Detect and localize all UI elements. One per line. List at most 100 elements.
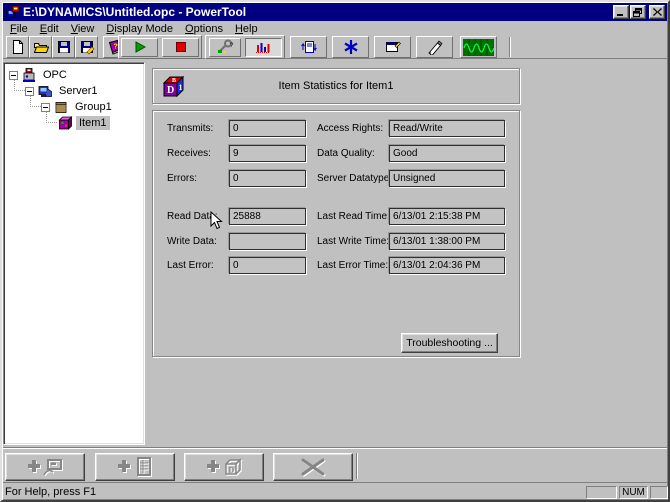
last-error-time-value: 6/13/01 2:04:36 PM bbox=[389, 257, 505, 274]
menu-help[interactable]: Help bbox=[229, 22, 264, 36]
save-as-button[interactable] bbox=[75, 36, 98, 58]
properties-button[interactable] bbox=[374, 36, 411, 58]
menu-options[interactable]: Options bbox=[179, 22, 229, 36]
tree-label[interactable]: OPC bbox=[40, 68, 70, 82]
save-as-icon bbox=[80, 41, 94, 55]
add-server-button[interactable] bbox=[5, 453, 85, 481]
open-file-button[interactable] bbox=[29, 36, 52, 58]
tree-label[interactable]: Server1 bbox=[56, 84, 101, 98]
new-file-button[interactable] bbox=[6, 36, 29, 58]
stats-header: D B 1 Item Statistics for Item1 bbox=[152, 68, 520, 104]
stop-icon bbox=[175, 42, 186, 52]
add-group-button[interactable] bbox=[95, 453, 175, 481]
minimize-icon bbox=[617, 13, 623, 16]
close-button[interactable] bbox=[649, 5, 665, 19]
panel-title: Item Statistics for Item1 bbox=[278, 80, 394, 92]
access-rights-row: Access Rights: Read/Write bbox=[317, 120, 517, 138]
collapse-toggle[interactable] bbox=[25, 86, 34, 96]
receives-label: Receives: bbox=[167, 148, 211, 159]
tree-label[interactable]: Group1 bbox=[72, 100, 115, 114]
status-pane-num: NUM bbox=[619, 486, 648, 499]
svg-text:?: ? bbox=[230, 43, 234, 49]
oscilloscope-icon bbox=[463, 38, 494, 56]
item-statistics-button[interactable] bbox=[244, 37, 282, 57]
menu-view[interactable]: View bbox=[65, 22, 101, 36]
menu-edit[interactable]: Edit bbox=[34, 22, 65, 36]
tree-item-item1[interactable]: Item1 bbox=[4, 115, 144, 131]
view-mode-group: ? bbox=[205, 35, 285, 59]
new-document-icon bbox=[12, 40, 23, 54]
last-write-time-row: Last Write Time: 6/13/01 1:38:00 PM bbox=[317, 233, 517, 251]
monitor-button[interactable] bbox=[460, 36, 497, 58]
status-pane-caps bbox=[586, 486, 617, 499]
last-write-time-value: 6/13/01 1:38:00 PM bbox=[389, 233, 505, 250]
delete-button[interactable] bbox=[273, 453, 353, 481]
write-data-value bbox=[229, 233, 306, 250]
band-separator bbox=[356, 453, 358, 479]
tree-item-group1[interactable]: Group1 bbox=[4, 99, 144, 115]
status-bar: For Help, press F1 NUM bbox=[3, 484, 668, 500]
options-button[interactable] bbox=[332, 36, 369, 58]
refresh-item-icon bbox=[300, 41, 317, 53]
tree-label-selected[interactable]: Item1 bbox=[76, 116, 110, 130]
pen-hand-icon bbox=[427, 40, 442, 55]
tree-item-server1[interactable]: Server1 bbox=[4, 83, 144, 99]
restore-button[interactable] bbox=[630, 5, 646, 19]
troubleshooting-button[interactable]: Troubleshooting ... bbox=[401, 333, 498, 353]
open-folder-icon bbox=[33, 43, 49, 53]
item-icon bbox=[58, 116, 73, 130]
stop-monitoring-button[interactable] bbox=[162, 37, 199, 57]
add-group-icon bbox=[118, 457, 151, 476]
minimize-button[interactable] bbox=[613, 5, 629, 19]
last-error-value: 0 bbox=[229, 257, 306, 274]
bottom-toolbar: D bbox=[3, 447, 667, 483]
receives-value: 9 bbox=[229, 145, 306, 162]
access-rights-label: Access Rights: bbox=[317, 123, 384, 134]
opc-tree-panel[interactable]: OPC Server1 Group1 Item1 bbox=[3, 62, 145, 445]
add-item-icon: D bbox=[207, 458, 242, 475]
monitor-control-group bbox=[118, 35, 202, 59]
last-error-time-row: Last Error Time: 6/13/01 2:04:36 PM bbox=[317, 257, 517, 275]
menu-file[interactable]: File bbox=[4, 22, 34, 36]
write-button[interactable] bbox=[416, 36, 453, 58]
tree-item-opc[interactable]: OPC bbox=[4, 67, 144, 83]
last-read-time-label: Last Read Time: bbox=[317, 211, 390, 222]
svg-text:D: D bbox=[229, 466, 235, 475]
opc-icon bbox=[23, 68, 35, 82]
mouse-cursor bbox=[210, 211, 223, 230]
start-monitoring-button[interactable] bbox=[121, 37, 158, 57]
server-datatype-row: Server Datatype: Unsigned bbox=[317, 170, 517, 188]
read-data-value: 25888 bbox=[229, 208, 306, 225]
item-update-button[interactable] bbox=[290, 36, 327, 58]
group-icon bbox=[55, 102, 67, 113]
server-datatype-label: Server Datatype: bbox=[317, 173, 393, 184]
powertool-window: { "window": { "title": "E:\\DYNAMICS\\Un… bbox=[0, 0, 670, 502]
last-error-time-label: Last Error Time: bbox=[317, 260, 389, 271]
last-read-time-row: Last Read Time: 6/13/01 2:15:38 PM bbox=[317, 208, 517, 226]
svg-text:?: ? bbox=[113, 44, 117, 51]
status-help-text: For Help, press F1 bbox=[5, 486, 97, 498]
close-icon bbox=[652, 8, 662, 16]
toolbar-separator bbox=[509, 37, 511, 57]
server-icon bbox=[38, 86, 52, 97]
add-server-icon bbox=[28, 459, 62, 476]
collapse-toggle[interactable] bbox=[41, 102, 50, 112]
data-quality-row: Data Quality: Good bbox=[317, 145, 517, 163]
access-rights-value: Read/Write bbox=[389, 120, 505, 137]
status-pane-scrl bbox=[650, 486, 668, 499]
save-floppy-icon bbox=[57, 41, 70, 53]
data-quality-value: Good bbox=[389, 145, 505, 162]
last-error-label: Last Error: bbox=[167, 260, 214, 271]
add-item-button[interactable]: D bbox=[184, 453, 264, 481]
server-datatype-value: Unsigned bbox=[389, 170, 505, 187]
errors-value: 0 bbox=[229, 170, 306, 187]
save-button[interactable] bbox=[52, 36, 75, 58]
menu-display-mode[interactable]: Display Mode bbox=[100, 22, 179, 36]
delete-x-icon bbox=[301, 458, 325, 476]
last-read-time-value: 6/13/01 2:15:38 PM bbox=[389, 208, 505, 225]
properties-window-icon bbox=[385, 41, 401, 52]
window-title: E:\DYNAMICS\Untitled.opc - PowerTool bbox=[23, 5, 247, 19]
server-tools-button[interactable]: ? bbox=[208, 37, 241, 57]
collapse-toggle[interactable] bbox=[9, 70, 18, 80]
asterisk-icon bbox=[343, 40, 358, 54]
